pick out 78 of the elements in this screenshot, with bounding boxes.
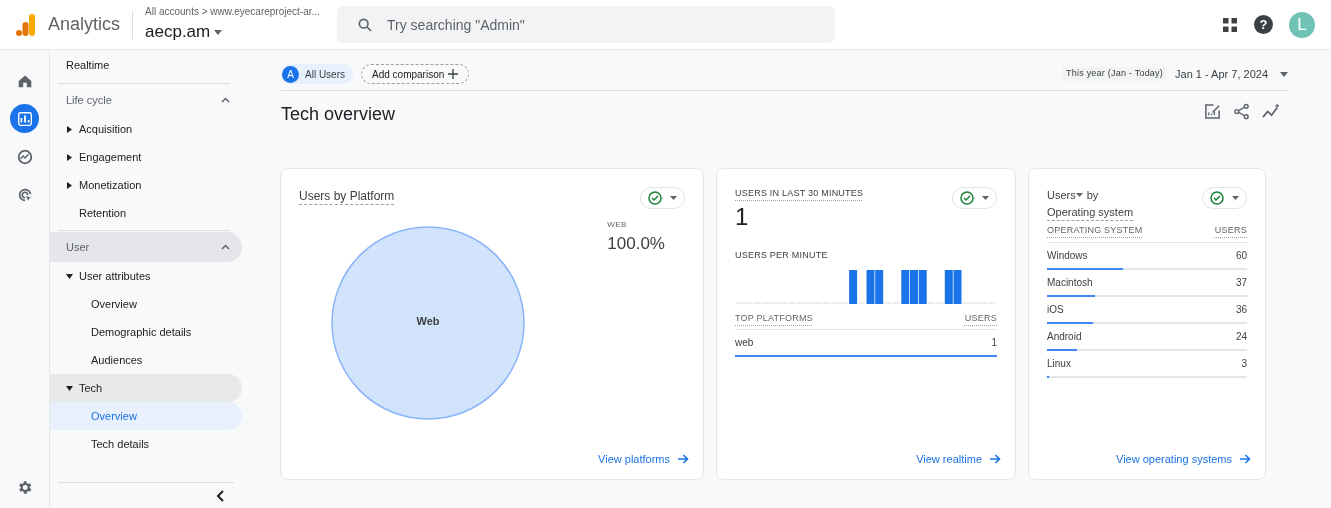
caret-icon bbox=[1280, 71, 1288, 77]
table-cell-text: iOS bbox=[1047, 302, 1064, 317]
caret-icon bbox=[1075, 193, 1083, 198]
arrow-right-icon bbox=[990, 453, 1001, 464]
nav-item[interactable]: Tech bbox=[50, 374, 242, 402]
segment-chip[interactable]: A All Users bbox=[281, 64, 353, 84]
view-platforms-link[interactable]: View platforms bbox=[598, 450, 689, 467]
column-header: USERS bbox=[964, 311, 997, 325]
table-cell-text: 60 bbox=[1235, 248, 1247, 263]
chart-subtitle: USERS PER MINUTE bbox=[735, 249, 829, 262]
caret-icon bbox=[670, 196, 677, 200]
nav-subitem[interactable]: Overview bbox=[50, 290, 242, 318]
nav-subitem[interactable]: Tech details bbox=[50, 430, 242, 458]
analytics-logo-icon bbox=[16, 12, 36, 37]
table-cell-text: 1 bbox=[991, 336, 997, 350]
arrow-right-icon bbox=[1240, 453, 1251, 464]
nav-link[interactable]: Realtime bbox=[50, 50, 242, 80]
nav-section-header[interactable]: User bbox=[50, 232, 242, 262]
table-cell-text: Android bbox=[1047, 329, 1082, 344]
table-cell-text: 24 bbox=[1235, 329, 1247, 344]
card-title: Users by Platform bbox=[299, 188, 395, 205]
caret-icon bbox=[214, 29, 223, 35]
view-operating-systems-link[interactable]: View operating systems bbox=[1116, 450, 1251, 467]
property-selector[interactable]: aecp.am bbox=[145, 19, 326, 45]
chevron-up-icon bbox=[221, 244, 230, 250]
bar-chart-icon bbox=[15, 109, 34, 128]
dimension-selector[interactable]: Operating system bbox=[1047, 203, 1134, 220]
metric-selector[interactable]: Users bbox=[1047, 187, 1083, 204]
caret-icon bbox=[1232, 196, 1239, 200]
segment-letter-icon: A bbox=[282, 65, 299, 83]
column-header: TOP PLATFORMS bbox=[735, 311, 813, 325]
table-cell-text: Macintosh bbox=[1047, 275, 1093, 290]
view-realtime-link[interactable]: View realtime bbox=[916, 450, 1001, 467]
date-range-selector[interactable]: Jan 1 - Apr 7, 2024 bbox=[1175, 65, 1288, 83]
nav-subitem[interactable]: Demographic details bbox=[50, 318, 242, 346]
table-cell-text: 37 bbox=[1235, 275, 1247, 290]
nav-subitem[interactable]: Audiences bbox=[50, 346, 242, 374]
card-title: USERS IN LAST 30 MINUTES bbox=[735, 187, 864, 200]
rail-button[interactable] bbox=[10, 104, 39, 133]
settings-icon[interactable] bbox=[16, 479, 33, 496]
nav-subitem[interactable]: Overview bbox=[50, 402, 242, 430]
insights-icon[interactable] bbox=[1262, 103, 1281, 120]
apps-grid-icon[interactable] bbox=[1222, 16, 1238, 33]
nav-item[interactable]: Retention bbox=[50, 199, 242, 227]
check-circle-icon bbox=[648, 191, 662, 205]
help-button[interactable]: ? bbox=[1254, 15, 1273, 34]
edit-report-icon[interactable] bbox=[1204, 103, 1221, 120]
table-cell-text: Linux bbox=[1047, 356, 1071, 371]
page-title: Tech overview bbox=[281, 103, 396, 126]
collapse-chevron-icon[interactable] bbox=[216, 489, 226, 502]
column-header: OPERATING SYSTEM bbox=[1047, 224, 1143, 237]
date-preset: This year (Jan - Today) bbox=[1062, 67, 1168, 81]
search-field[interactable]: Try searching "Admin" bbox=[337, 6, 836, 43]
plus-icon bbox=[448, 69, 459, 79]
chevron-up-icon bbox=[221, 97, 230, 103]
table-cell-text: Windows bbox=[1047, 248, 1088, 263]
search-icon bbox=[357, 17, 374, 33]
nav-item[interactable]: Acquisition bbox=[50, 115, 242, 143]
legend-label: WEB bbox=[607, 219, 628, 231]
card-title-text: by bbox=[1086, 188, 1099, 203]
table-cell-text: web bbox=[735, 336, 754, 350]
column-header: USERS bbox=[1214, 224, 1247, 237]
arrow-right-icon bbox=[678, 453, 689, 464]
check-circle-icon bbox=[1210, 191, 1224, 205]
pie-label: Web bbox=[415, 314, 441, 329]
nav-item[interactable]: Engagement bbox=[50, 143, 242, 171]
legend-value: 100.0% bbox=[607, 233, 665, 255]
account-breadcrumb[interactable]: All accounts > www.eyecareproject-ar... bbox=[145, 4, 326, 20]
active-users-count: 1 bbox=[735, 205, 750, 229]
table-cell-text: 36 bbox=[1235, 302, 1247, 317]
caret-icon bbox=[982, 196, 989, 200]
nav-item[interactable]: User attributes bbox=[50, 262, 242, 290]
product-name: Analytics bbox=[48, 13, 121, 36]
share-icon[interactable] bbox=[1233, 103, 1250, 120]
nav-item[interactable]: Monetization bbox=[50, 171, 242, 199]
check-circle-icon bbox=[960, 191, 974, 205]
chart-circle-icon bbox=[15, 147, 34, 166]
table-cell-text: 3 bbox=[1241, 356, 1247, 371]
